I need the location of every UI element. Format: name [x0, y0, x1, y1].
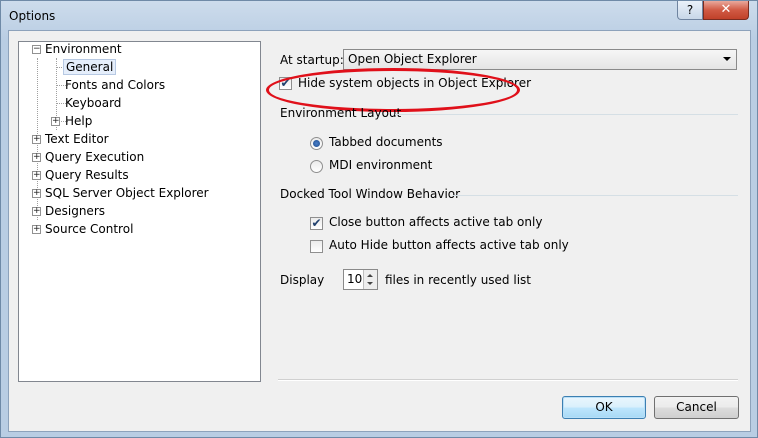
mdi-environment-radio[interactable] — [310, 160, 323, 173]
tree-item-label: Help — [65, 114, 93, 128]
close-button[interactable]: ✕ — [703, 1, 749, 20]
expand-icon[interactable]: + — [32, 189, 41, 198]
group-divider — [453, 195, 738, 196]
recent-files-label: files in recently used list — [385, 273, 531, 287]
startup-value: Open Object Explorer — [348, 52, 477, 66]
options-tree[interactable]: − Environment General Fonts and Colors K… — [18, 41, 261, 382]
cancel-button[interactable]: Cancel — [654, 396, 739, 419]
expand-icon[interactable]: + — [32, 135, 41, 144]
dialog-client-area: − Environment General Fonts and Colors K… — [8, 30, 751, 432]
tree-item-keyboard[interactable]: Keyboard — [65, 94, 121, 112]
tabbed-documents-radio[interactable] — [310, 137, 323, 150]
expand-icon[interactable]: + — [32, 225, 41, 234]
tree-item-label: Query Results — [45, 168, 129, 182]
spin-down-icon[interactable] — [367, 282, 373, 285]
close-button-label[interactable]: Close button affects active tab only — [329, 215, 542, 229]
title-bar[interactable]: Options ? ✕ — [1, 1, 757, 31]
tree-item-label: General — [63, 59, 117, 75]
dropdown-arrow-icon — [723, 57, 731, 61]
spin-up-icon[interactable] — [367, 274, 373, 277]
environment-layout-heading: Environment Layout — [280, 106, 402, 120]
expand-icon[interactable]: + — [32, 171, 41, 180]
docked-behavior-heading: Docked Tool Window Behavior — [280, 187, 461, 201]
tree-item-label: Keyboard — [65, 96, 122, 110]
tree-item-label: Designers — [45, 204, 105, 218]
window-title: Options — [9, 9, 56, 23]
bottom-separator — [278, 379, 738, 381]
tree-item-general[interactable]: General — [63, 58, 117, 76]
collapse-icon[interactable]: − — [32, 45, 41, 54]
recent-files-value[interactable]: 10 — [347, 272, 362, 286]
tree-item-label: Query Execution — [45, 150, 145, 164]
expand-icon[interactable]: + — [51, 117, 60, 126]
tree-item-label: SQL Server Object Explorer — [45, 186, 209, 200]
tree-item-label: Environment — [45, 42, 122, 56]
tree-item-fonts-and-colors[interactable]: Fonts and Colors — [65, 76, 165, 94]
tabbed-documents-label[interactable]: Tabbed documents — [329, 135, 443, 149]
help-button[interactable]: ? — [677, 1, 703, 20]
close-button-checkbox[interactable]: ✔ — [310, 217, 323, 230]
tree-item-label: Fonts and Colors — [65, 78, 166, 92]
auto-hide-checkbox[interactable] — [310, 240, 323, 253]
ok-button[interactable]: OK — [562, 396, 646, 419]
display-label: Display — [280, 273, 325, 287]
mdi-environment-label[interactable]: MDI environment — [329, 158, 432, 172]
expand-icon[interactable]: + — [32, 207, 41, 216]
expand-icon[interactable]: + — [32, 153, 41, 162]
tree-item-label: Source Control — [45, 222, 134, 236]
tree-item-label: Text Editor — [45, 132, 109, 146]
auto-hide-label[interactable]: Auto Hide button affects active tab only — [329, 238, 569, 252]
startup-dropdown[interactable]: Open Object Explorer — [343, 49, 737, 70]
startup-label: At startup: — [280, 53, 344, 67]
recent-files-spinner[interactable]: 10 — [343, 269, 378, 290]
group-divider — [395, 114, 738, 115]
spinner-buttons[interactable] — [363, 270, 377, 289]
options-dialog: Options ? ✕ − Environment General Fonts … — [0, 0, 758, 438]
